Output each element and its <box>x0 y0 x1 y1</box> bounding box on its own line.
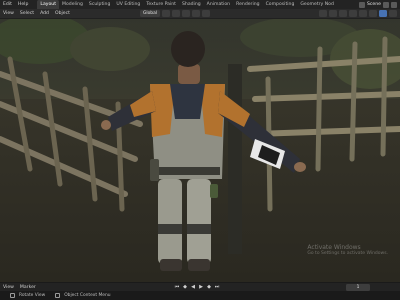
scene-browse-icon[interactable] <box>383 1 389 8</box>
mouse-right-icon <box>55 293 61 298</box>
3d-viewport[interactable]: Activate Windows Go to Settings to activ… <box>0 19 400 282</box>
timeline-menu-marker[interactable]: Marker <box>17 285 39 290</box>
dark-post <box>228 64 242 254</box>
jump-end-icon[interactable]: ⏭ <box>214 284 220 290</box>
proportional-falloff-icon[interactable] <box>202 10 211 17</box>
status-context-menu: Object Context Menu <box>64 293 111 298</box>
viewport-header: View Select Add Object Global <box>0 9 400 19</box>
play-reverse-icon[interactable]: ◀ <box>190 284 196 290</box>
status-bar: Rotate View Object Context Menu <box>0 291 400 300</box>
tab-shading[interactable]: Shading <box>179 0 204 9</box>
jump-start-icon[interactable]: ⏮ <box>174 284 180 290</box>
visibility-icon[interactable] <box>319 10 327 17</box>
transform-tools: Global <box>140 10 211 17</box>
shading-material-icon[interactable] <box>379 10 387 17</box>
tab-layout[interactable]: Layout <box>37 0 60 9</box>
menu-object[interactable]: Object <box>52 11 73 16</box>
playback-controls: ⏮ ◆ ◀ ▶ ◆ ⏭ <box>174 284 220 290</box>
prev-keyframe-icon[interactable]: ◆ <box>182 284 188 290</box>
mouse-middle-icon <box>10 293 15 298</box>
timeline-bar: View Marker ⏮ ◆ ◀ ▶ ◆ ⏭ 1 <box>0 282 400 291</box>
viewport-shading-controls <box>319 10 400 17</box>
workspace-tabs: Layout Modeling Sculpting UV Editing Tex… <box>37 0 337 9</box>
shading-wireframe-icon[interactable] <box>359 10 367 17</box>
snap-settings-icon[interactable] <box>182 10 191 17</box>
timeline-menu-view[interactable]: View <box>0 285 17 290</box>
watermark-line2: Go to Settings to activate Windows. <box>307 251 388 256</box>
menu-help[interactable]: Help <box>15 2 31 7</box>
tab-compositing[interactable]: Compositing <box>263 0 298 9</box>
tab-texture-paint[interactable]: Texture Paint <box>143 0 179 9</box>
next-keyframe-icon[interactable]: ◆ <box>206 284 212 290</box>
viewport-scene <box>0 19 400 282</box>
current-frame-field[interactable]: 1 <box>346 284 370 291</box>
view-layer-icon[interactable] <box>391 1 397 8</box>
scene-icon <box>358 1 365 8</box>
tab-uv-editing[interactable]: UV Editing <box>113 0 143 9</box>
scene-label: Scene <box>366 2 381 7</box>
menu-edit[interactable]: Edit <box>0 2 15 7</box>
tab-sculpting[interactable]: Sculpting <box>86 0 113 9</box>
menu-view[interactable]: View <box>0 11 17 16</box>
scene-selector[interactable]: Scene <box>358 1 400 8</box>
shading-rendered-icon[interactable] <box>389 10 397 17</box>
menu-add[interactable]: Add <box>37 11 52 16</box>
overlays-icon[interactable] <box>339 10 347 17</box>
tab-rendering[interactable]: Rendering <box>233 0 262 9</box>
shading-solid-icon[interactable] <box>369 10 377 17</box>
tab-geometry-nodes[interactable]: Geometry Nod <box>297 0 337 9</box>
activate-windows-watermark: Activate Windows Go to Settings to activ… <box>307 244 388 256</box>
status-rotate-view: Rotate View <box>19 293 46 298</box>
play-icon[interactable]: ▶ <box>198 284 204 290</box>
transform-orientation-dropdown[interactable]: Global <box>140 10 161 17</box>
xray-icon[interactable] <box>349 10 357 17</box>
tab-animation[interactable]: Animation <box>204 0 233 9</box>
proportional-edit-icon[interactable] <box>192 10 201 17</box>
pivot-point-icon[interactable] <box>162 10 171 17</box>
tab-modeling[interactable]: Modeling <box>59 0 86 9</box>
menu-select[interactable]: Select <box>17 11 37 16</box>
watermark-line1: Activate Windows <box>307 244 361 251</box>
snap-icon[interactable] <box>172 10 181 17</box>
top-bar: Edit Help Layout Modeling Sculpting UV E… <box>0 0 400 9</box>
gizmo-icon[interactable] <box>329 10 337 17</box>
